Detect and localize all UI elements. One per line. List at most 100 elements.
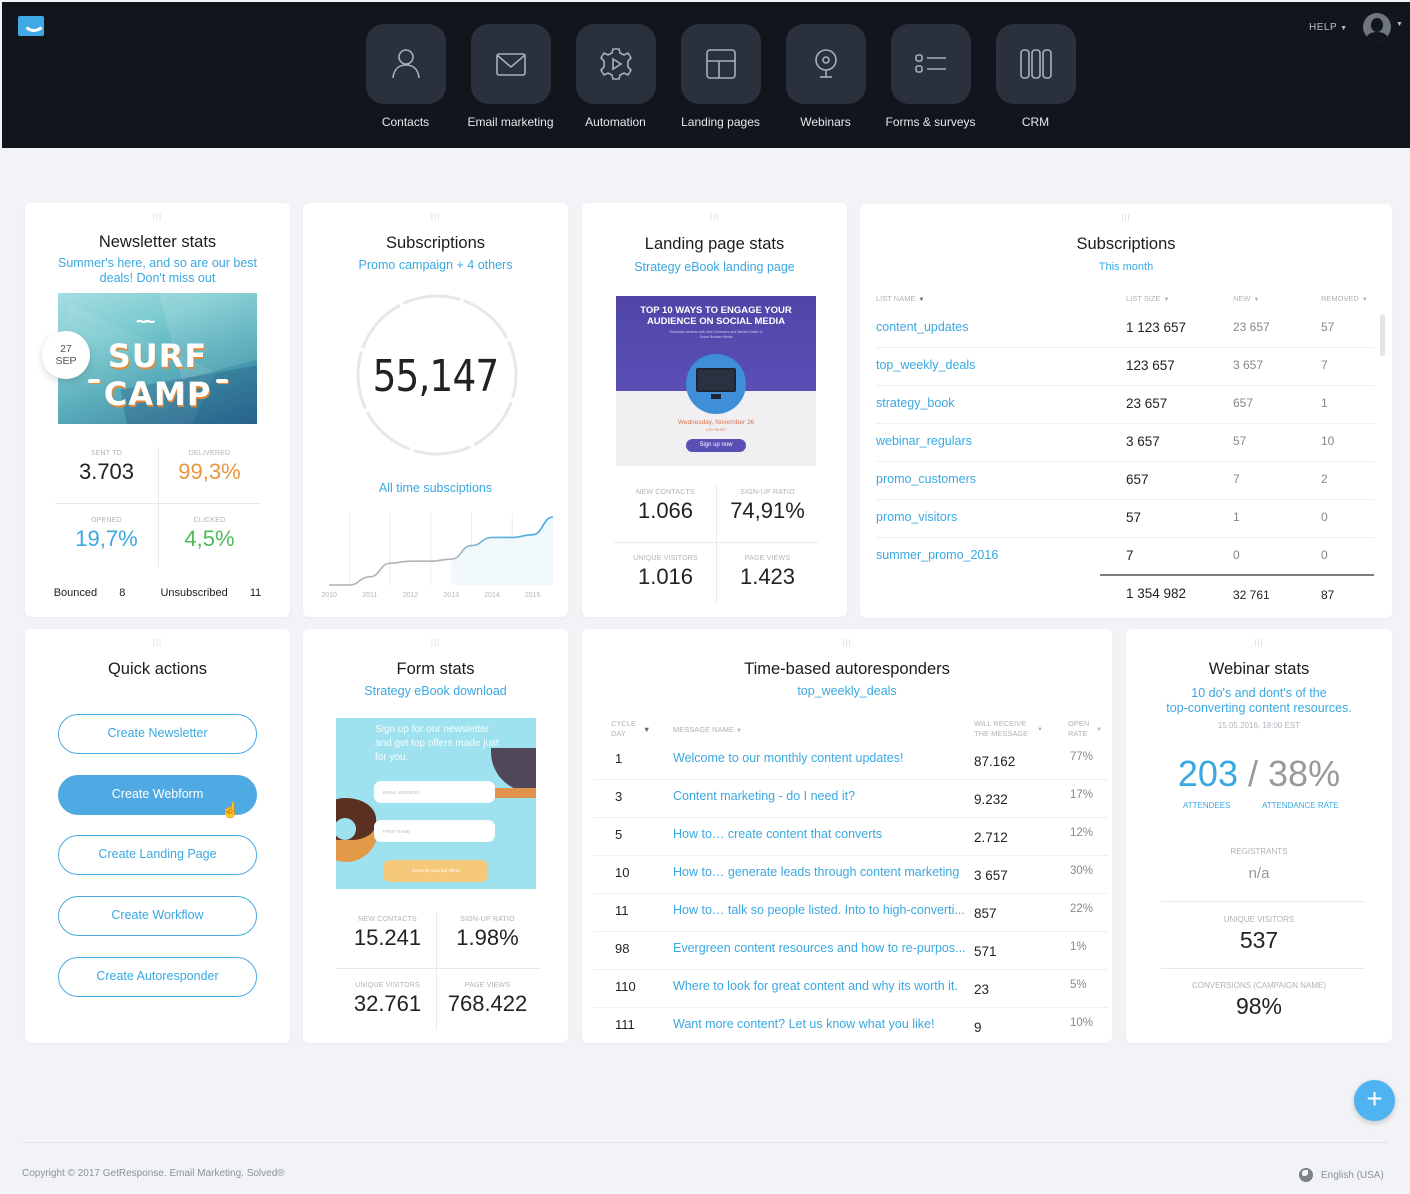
drag-handle[interactable]: ||| xyxy=(431,212,440,221)
list-name-link[interactable]: top_weekly_deals xyxy=(876,358,975,372)
campaign-filter-link[interactable]: Promo campaign + 4 others xyxy=(303,258,568,273)
form-preview[interactable]: Sign up for our newsletter and get top o… xyxy=(336,718,536,889)
preview-signup-button: Sign up now xyxy=(686,439,746,452)
nav-forms-surveys[interactable]: Forms & surveys xyxy=(878,24,983,129)
message-link[interactable]: Want more content? Let us know what you … xyxy=(673,1017,969,1031)
card-title: Time-based autoresponders xyxy=(744,660,950,678)
copyright-text: Copyright © 2017 GetResponse. Email Mark… xyxy=(22,1168,285,1179)
cell-day: 1 xyxy=(615,751,623,766)
drag-handle[interactable]: ||| xyxy=(842,638,851,647)
x-tick-label: 2012 xyxy=(403,592,419,599)
create-landing-page-button[interactable]: Create Landing Page xyxy=(58,835,257,875)
landing-page-preview[interactable]: TOP 10 WAYS TO ENGAGE YOUR AUDIENCE ON S… xyxy=(616,296,816,466)
col-header-message-name[interactable]: MESSAGE NAME ▼ xyxy=(673,725,742,736)
preview-submit-button: Send me your top offers xyxy=(383,860,488,882)
cell-new: 23 657 xyxy=(1233,320,1270,334)
stat-page-views: PAGE VIEWS 768.422 xyxy=(436,982,539,1017)
col-header-will-receive[interactable]: WILL RECEIVE THE MESSAGE xyxy=(974,719,1036,739)
webinar-stats-card: ||| Webinar stats 10 do's and dont's of … xyxy=(1126,629,1392,1043)
stat-value: 74,91% xyxy=(730,498,805,523)
preview-date: Wednesday, November 26 xyxy=(677,419,755,426)
message-link[interactable]: Evergreen content resources and how to r… xyxy=(673,941,969,955)
col-header-removed[interactable]: REMOVED ▼ xyxy=(1321,294,1368,303)
list-filter-link[interactable]: top_weekly_deals xyxy=(582,684,1112,699)
drag-handle[interactable]: ||| xyxy=(153,212,162,221)
stat-new-contacts: NEW CONTACTS 1.066 xyxy=(614,489,717,524)
landing-page-stats-card: ||| Landing page stats Strategy eBook la… xyxy=(582,203,847,617)
drag-handle[interactable]: ||| xyxy=(431,638,440,647)
stat-value: 4,5% xyxy=(184,526,235,551)
drag-handle[interactable]: ||| xyxy=(1254,638,1263,647)
col-header-open-rate[interactable]: OPEN RATE xyxy=(1068,719,1094,739)
message-link[interactable]: Where to look for great content and why … xyxy=(673,979,969,993)
list-name-link[interactable]: promo_customers xyxy=(876,472,976,486)
stat-label: UNIQUE VISITORS xyxy=(1223,915,1295,924)
nav-crm[interactable]: CRM xyxy=(983,24,1088,129)
donut-illustration xyxy=(336,798,378,862)
list-name-link[interactable]: webinar_regulars xyxy=(876,434,972,448)
chevron-down-icon[interactable]: ▼ xyxy=(1396,21,1403,28)
drag-handle[interactable]: ||| xyxy=(153,638,162,647)
getresponse-logo[interactable] xyxy=(18,16,44,36)
add-widget-button[interactable]: + xyxy=(1354,1080,1395,1121)
list-name-link[interactable]: summer_promo_2016 xyxy=(876,548,998,562)
cell-will: 857 xyxy=(974,906,997,921)
message-link[interactable]: Content marketing - do I need it? xyxy=(673,789,969,803)
nav-contacts[interactable]: Contacts xyxy=(353,24,458,129)
create-newsletter-button[interactable]: Create Newsletter xyxy=(58,714,257,754)
drag-handle[interactable]: ||| xyxy=(710,212,719,221)
language-selector[interactable]: English (USA) xyxy=(1299,1168,1384,1182)
stat-label: SIGN-UP RATIO xyxy=(460,916,515,923)
message-link[interactable]: Welcome to our monthly content updates! xyxy=(673,751,969,765)
message-link[interactable]: How to… talk so people listed. Into to h… xyxy=(673,903,969,917)
help-menu[interactable]: HELP ▼ xyxy=(1309,22,1348,33)
cell-day: 5 xyxy=(615,827,623,842)
stat-label: NEW CONTACTS xyxy=(636,489,695,496)
nav-automation[interactable]: Automation xyxy=(563,24,668,129)
sort-icon: ▼ xyxy=(1361,297,1368,303)
col-header-list-size[interactable]: LIST SIZE ▼ xyxy=(1126,294,1169,303)
period-filter-link[interactable]: This month xyxy=(860,260,1392,275)
nav-email-marketing[interactable]: Email marketing xyxy=(458,24,563,129)
sort-icon[interactable]: ▼ xyxy=(1096,725,1102,735)
cell-removed: 0 xyxy=(1321,510,1328,524)
col-header-list-name[interactable]: LIST NAME ▼ xyxy=(876,294,924,303)
user-avatar[interactable] xyxy=(1363,13,1391,41)
message-link[interactable]: How to… create content that converts xyxy=(673,827,969,841)
newsletter-subject-link[interactable]: Summer's here, and so are our best deals… xyxy=(25,256,290,286)
stat-label: PAGE VIEWS xyxy=(464,982,511,989)
stat-value: 1.016 xyxy=(637,564,694,589)
nav-landing-pages[interactable]: Landing pages xyxy=(668,24,773,129)
card-title: Landing page stats xyxy=(644,235,785,253)
list-name-link[interactable]: promo_visitors xyxy=(876,510,957,524)
table-scrollbar[interactable] xyxy=(1380,314,1385,356)
stat-label: UNIQUE VISITORS xyxy=(355,982,420,989)
total-removed: 87 xyxy=(1321,588,1335,602)
create-workflow-button[interactable]: Create Workflow xyxy=(58,896,257,936)
list-name-link[interactable]: content_updates xyxy=(876,320,968,334)
stat-delivered: DELIVERED 99,3% xyxy=(158,450,261,485)
subscriptions-total-card: ||| Subscriptions Promo campaign + 4 oth… xyxy=(303,203,568,617)
drag-handle[interactable]: ||| xyxy=(1121,213,1130,222)
sort-icon[interactable]: ▼ xyxy=(643,725,650,735)
stat-unique-visitors: UNIQUE VISITORS 32.761 xyxy=(336,982,439,1017)
col-header-new[interactable]: NEW ▼ xyxy=(1233,294,1259,303)
form-link[interactable]: Strategy eBook download xyxy=(303,684,568,699)
preview-subtext: Exclusive webinar with John Summers and … xyxy=(669,330,763,339)
col-header-cycle-day[interactable]: CYCLE DAY xyxy=(611,719,641,739)
stat-label: SENT TO xyxy=(90,450,123,457)
list-name-link[interactable]: strategy_book xyxy=(876,396,955,410)
table-row: 10 How to… generate leads through conten… xyxy=(594,856,1108,894)
card-title: Webinar stats xyxy=(1208,660,1310,678)
landing-page-link[interactable]: Strategy eBook landing page xyxy=(582,260,847,275)
card-title: Form stats xyxy=(396,660,475,678)
x-tick-label: 2011 xyxy=(362,592,377,599)
sort-icon[interactable]: ▼ xyxy=(1037,725,1043,735)
cell-rate: 17% xyxy=(1070,789,1094,801)
webinar-link[interactable]: 10 do's and dont's of the top-converting… xyxy=(1126,686,1392,716)
table-row: 11 How to… talk so people listed. Into to… xyxy=(594,894,1108,932)
message-link[interactable]: How to… generate leads through content m… xyxy=(673,865,969,879)
nav-label: CRM xyxy=(1021,115,1050,129)
nav-webinars[interactable]: Webinars xyxy=(773,24,878,129)
create-autoresponder-button[interactable]: Create Autoresponder xyxy=(58,957,257,997)
